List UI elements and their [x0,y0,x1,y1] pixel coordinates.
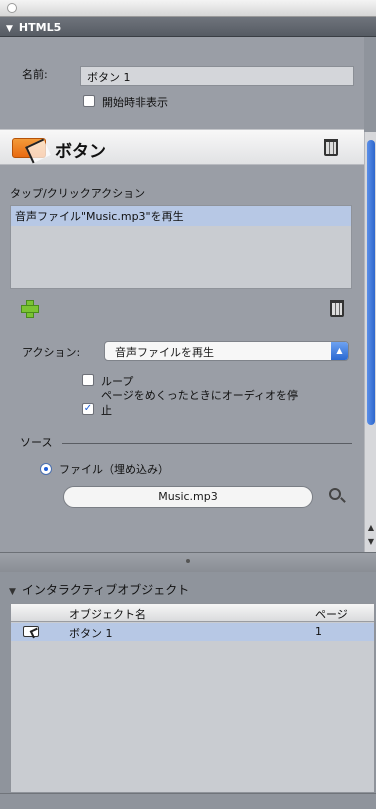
search-file-icon[interactable] [329,488,341,500]
object-header: ボタン [0,129,364,165]
row-page: 1 [315,625,322,638]
row-object-name: ボタン 1 [69,627,113,640]
column-header-object-name[interactable]: オブジェクト名 [69,606,146,622]
add-action-icon[interactable] [21,300,39,318]
window-close-control[interactable] [7,3,17,13]
button-object-icon [12,138,46,158]
table-row[interactable]: ボタン 1 1 [11,623,374,641]
action-select[interactable]: 音声ファイルを再生 ▲ [104,341,349,361]
disclosure-triangle-icon[interactable]: ▼ [9,587,16,597]
action-list-item[interactable]: 音声ファイル"Music.mp3"を再生 [11,206,351,226]
interactive-objects-title: インタラクティブオブジェクト [21,583,190,597]
action-list[interactable]: 音声ファイル"Music.mp3"を再生 [10,205,352,289]
panel-scrollbar[interactable]: ▲ ▼ [364,132,376,552]
splitter-grip-icon[interactable] [186,559,190,563]
disclosure-triangle-icon[interactable]: ▼ [6,24,13,34]
trash-icon[interactable] [324,139,338,156]
section-header-html5[interactable]: ▼ HTML5 [0,17,376,37]
source-divider [62,443,352,444]
source-label: ソース [20,436,53,449]
scroll-down-icon[interactable]: ▼ [365,536,376,548]
loop-checkbox[interactable] [82,374,94,386]
file-name-field[interactable]: Music.mp3 [63,486,313,508]
column-header-page[interactable]: ページ [315,606,348,622]
action-select-value: 音声ファイルを再生 [115,346,214,359]
scroll-up-icon[interactable]: ▲ [365,522,376,534]
delete-action-icon[interactable] [330,300,344,317]
hide-at-start-label: 開始時非表示 [102,96,168,109]
name-label: 名前: [22,68,48,81]
file-embedded-radio[interactable] [40,463,52,475]
stop-audio-checkbox[interactable]: ✓ [82,403,94,415]
file-embedded-label: ファイル（埋め込み） [59,463,169,476]
table-header: オブジェクト名 ページ [11,604,374,622]
name-field[interactable]: ボタン 1 [80,66,354,86]
section-title: HTML5 [18,21,62,34]
scroll-thumb[interactable] [367,140,375,425]
action-list-title: タップ/クリックアクション [10,187,146,200]
action-label: アクション: [22,346,81,359]
interactive-objects-table[interactable]: オブジェクト名 ページ ボタン 1 1 [10,603,375,793]
interactive-objects-header[interactable]: ▼ インタラクティブオブジェクト [0,573,376,603]
select-arrows-icon[interactable]: ▲ [331,342,348,360]
status-bar [0,793,376,809]
object-title: ボタン [55,142,106,162]
panel-splitter[interactable] [0,552,376,572]
loop-label: ループ [101,375,134,388]
title-bar [0,0,376,17]
button-object-icon [23,626,39,637]
properties-panel: 名前: ボタン 1 開始時非表示 ボタン タップ/クリックアクション 音声ファイ… [0,37,364,552]
stop-audio-label: ページをめくったときにオーディオを停止 [101,389,299,417]
hide-at-start-checkbox[interactable] [83,95,95,107]
